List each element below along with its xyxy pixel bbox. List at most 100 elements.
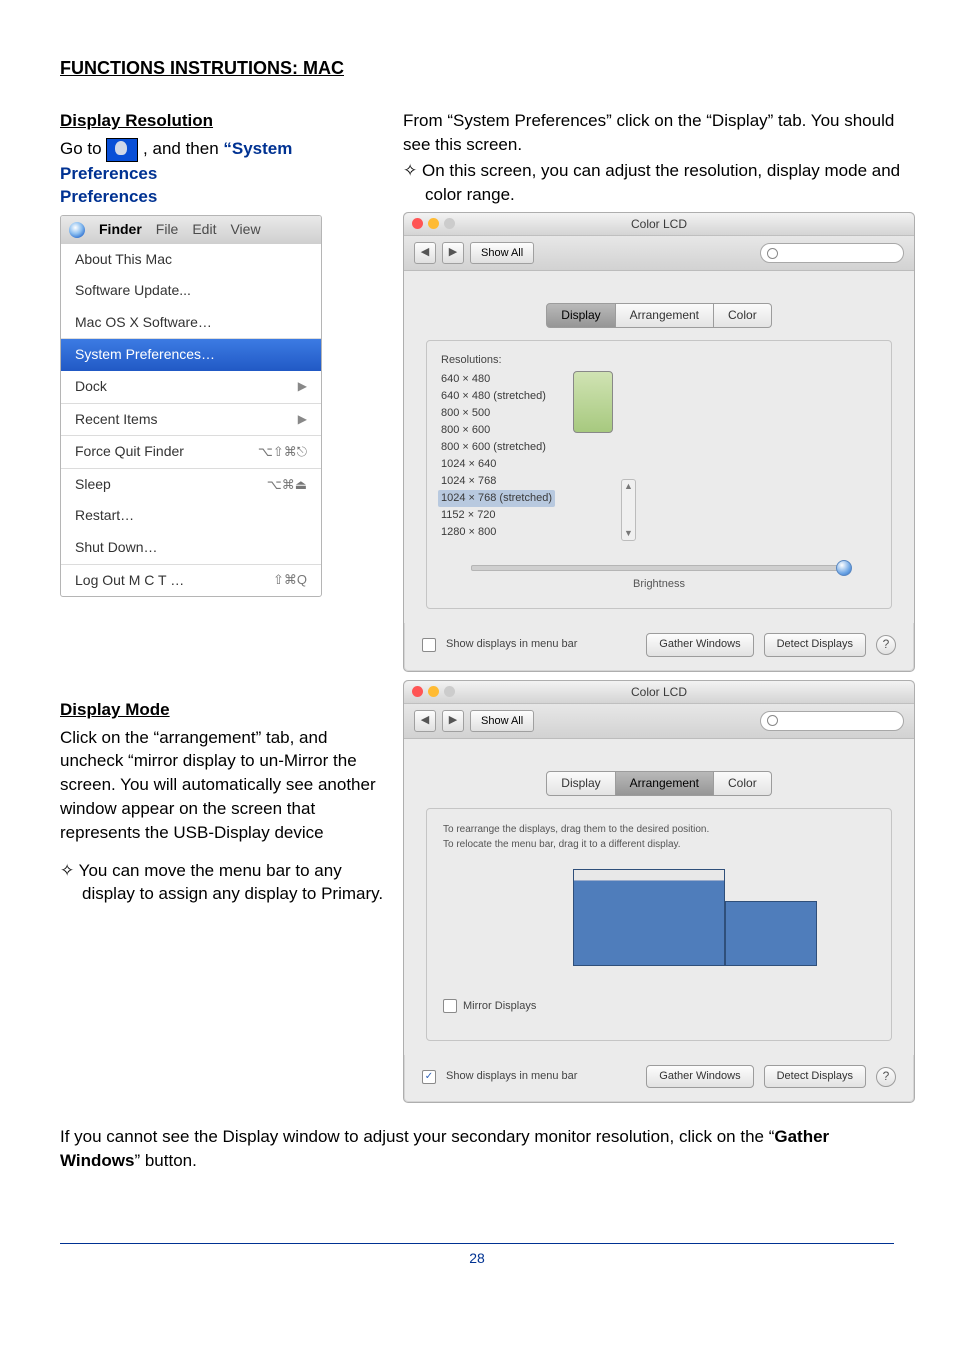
menu-dock[interactable]: Dock▶ bbox=[61, 371, 321, 403]
resolution-option[interactable]: 800 × 500 bbox=[441, 405, 555, 422]
menubar-edit: Edit bbox=[192, 220, 216, 240]
window-title: Color LCD bbox=[631, 217, 687, 231]
intro-paragraph: From “System Preferences” click on the “… bbox=[403, 109, 915, 157]
display-resolution-heading: Display Resolution bbox=[60, 109, 385, 133]
arrangement-hint-2: To relocate the menu bar, drag it to a d… bbox=[443, 838, 875, 851]
menu-logout[interactable]: Log Out M C T …⇧⌘Q bbox=[61, 564, 321, 597]
text: , and then bbox=[143, 139, 223, 158]
window-titlebar: Color LCD bbox=[404, 213, 914, 236]
search-input[interactable] bbox=[760, 711, 904, 731]
show-in-menubar-checkbox[interactable]: ✓ bbox=[422, 1070, 436, 1084]
mirror-displays-checkbox[interactable] bbox=[443, 999, 457, 1013]
resolution-option[interactable]: 1152 × 720 bbox=[441, 507, 555, 524]
minimize-icon[interactable] bbox=[428, 686, 439, 697]
show-in-menubar-label: Show displays in menu bar bbox=[446, 1069, 577, 1084]
gather-windows-button[interactable]: Gather Windows bbox=[646, 633, 753, 656]
close-icon[interactable] bbox=[412, 218, 423, 229]
tab-arrangement[interactable]: Arrangement bbox=[616, 771, 714, 796]
apple-logo-icon bbox=[106, 138, 138, 162]
detect-displays-button[interactable]: Detect Displays bbox=[764, 1065, 866, 1088]
help-icon[interactable]: ? bbox=[876, 1067, 896, 1087]
closing-paragraph: If you cannot see the Display window to … bbox=[60, 1125, 894, 1173]
menu-recent-items[interactable]: Recent Items▶ bbox=[61, 403, 321, 436]
brightness-slider[interactable]: Brightness bbox=[441, 565, 877, 592]
window-titlebar: Color LCD bbox=[404, 681, 914, 704]
resolution-option[interactable]: 800 × 600 bbox=[441, 422, 555, 439]
resolution-option[interactable]: 800 × 600 (stretched) bbox=[441, 439, 555, 456]
mirror-displays-label: Mirror Displays bbox=[463, 999, 536, 1014]
resolution-option[interactable]: 1024 × 768 bbox=[441, 473, 555, 490]
resolutions-label: Resolutions: bbox=[441, 353, 877, 368]
color-lcd-display-window: Color LCD ◀ ▶ Show All Display Arrangeme… bbox=[403, 212, 915, 671]
show-all-button[interactable]: Show All bbox=[470, 242, 534, 264]
window-toolbar: ◀ ▶ Show All bbox=[404, 704, 914, 739]
section-heading: FUNCTIONS INSTRUTIONS: MAC bbox=[60, 56, 894, 81]
tab-color[interactable]: Color bbox=[714, 303, 772, 328]
resolution-option[interactable]: 1024 × 768 (stretched) bbox=[438, 490, 555, 507]
primary-monitor-icon[interactable] bbox=[573, 869, 725, 966]
zoom-icon[interactable] bbox=[444, 218, 455, 229]
back-button[interactable]: ◀ bbox=[414, 710, 436, 732]
text: Go to bbox=[60, 139, 106, 158]
resolution-option[interactable]: 640 × 480 bbox=[441, 371, 555, 388]
apple-icon bbox=[69, 222, 85, 238]
secondary-monitor-icon[interactable] bbox=[725, 901, 817, 966]
menu-osx-software[interactable]: Mac OS X Software… bbox=[61, 307, 321, 339]
menubar-finder: Finder bbox=[99, 220, 142, 240]
search-input[interactable] bbox=[760, 243, 904, 263]
gather-windows-button[interactable]: Gather Windows bbox=[646, 1065, 753, 1088]
menu-restart[interactable]: Restart… bbox=[61, 500, 321, 532]
bullet-adjust-resolution: On this screen, you can adjust the resol… bbox=[403, 159, 915, 207]
menubar-view: View bbox=[230, 220, 260, 240]
display-arrangement-area[interactable] bbox=[443, 869, 875, 979]
display-preview-icon bbox=[573, 371, 613, 433]
keyboard-shortcut: ⌥⇧⌘⎋ bbox=[258, 443, 307, 461]
forward-button[interactable]: ▶ bbox=[442, 710, 464, 732]
menu-system-preferences[interactable]: System Preferences… bbox=[61, 338, 321, 371]
chevron-right-icon: ▶ bbox=[298, 411, 307, 428]
detect-displays-button[interactable]: Detect Displays bbox=[764, 633, 866, 656]
scrollbar[interactable]: ▲▼ bbox=[621, 479, 636, 541]
resolution-option[interactable]: 640 × 480 (stretched) bbox=[441, 388, 555, 405]
show-in-menubar-label: Show displays in menu bar bbox=[446, 637, 577, 652]
show-in-menubar-checkbox[interactable] bbox=[422, 638, 436, 652]
menu-shutdown[interactable]: Shut Down… bbox=[61, 532, 321, 564]
menu-about-this-mac[interactable]: About This Mac bbox=[61, 244, 321, 276]
resolution-list[interactable]: 640 × 480 640 × 480 (stretched) 800 × 50… bbox=[441, 371, 555, 541]
keyboard-shortcut: ⌥⌘⏏ bbox=[267, 476, 307, 494]
tab-display[interactable]: Display bbox=[546, 771, 615, 796]
page-footer: 28 bbox=[60, 1243, 894, 1269]
tab-bar: Display Arrangement Color bbox=[426, 757, 892, 796]
apple-menu-screenshot: Finder File Edit View About This Mac Sof… bbox=[60, 215, 322, 597]
back-button[interactable]: ◀ bbox=[414, 242, 436, 264]
row-display-resolution: Display Resolution Go to , and then “Sys… bbox=[60, 109, 894, 672]
menubar: Finder File Edit View bbox=[61, 216, 321, 244]
close-icon[interactable] bbox=[412, 686, 423, 697]
window-toolbar: ◀ ▶ Show All bbox=[404, 236, 914, 271]
menu-sleep[interactable]: Sleep⌥⌘⏏ bbox=[61, 468, 321, 501]
help-icon[interactable]: ? bbox=[876, 635, 896, 655]
color-lcd-arrangement-window: Color LCD ◀ ▶ Show All Display Arrangeme… bbox=[403, 680, 915, 1104]
chevron-right-icon: ▶ bbox=[298, 378, 307, 395]
menu-force-quit[interactable]: Force Quit Finder⌥⇧⌘⎋ bbox=[61, 435, 321, 468]
menu-software-update[interactable]: Software Update... bbox=[61, 275, 321, 307]
tab-display[interactable]: Display bbox=[546, 303, 615, 328]
display-mode-heading: Display Mode bbox=[60, 698, 385, 722]
zoom-icon[interactable] bbox=[444, 686, 455, 697]
tab-color[interactable]: Color bbox=[714, 771, 772, 796]
arrangement-hint-1: To rearrange the displays, drag them to … bbox=[443, 823, 875, 836]
forward-button[interactable]: ▶ bbox=[442, 242, 464, 264]
minimize-icon[interactable] bbox=[428, 218, 439, 229]
menubar-file: File bbox=[156, 220, 179, 240]
resolution-option[interactable]: 1280 × 800 bbox=[441, 524, 555, 541]
tab-bar: Display Arrangement Color bbox=[426, 289, 892, 328]
keyboard-shortcut: ⇧⌘Q bbox=[273, 571, 307, 589]
resolution-option[interactable]: 1024 × 640 bbox=[441, 456, 555, 473]
goto-line: Go to , and then “System Preferences bbox=[60, 137, 385, 185]
page-number: 28 bbox=[469, 1250, 485, 1266]
tab-arrangement[interactable]: Arrangement bbox=[616, 303, 714, 328]
preferences-text: Preferences bbox=[60, 185, 385, 209]
bullet-move-menubar: You can move the menu bar to any display… bbox=[60, 859, 385, 907]
show-all-button[interactable]: Show All bbox=[470, 710, 534, 732]
window-title: Color LCD bbox=[631, 685, 687, 699]
